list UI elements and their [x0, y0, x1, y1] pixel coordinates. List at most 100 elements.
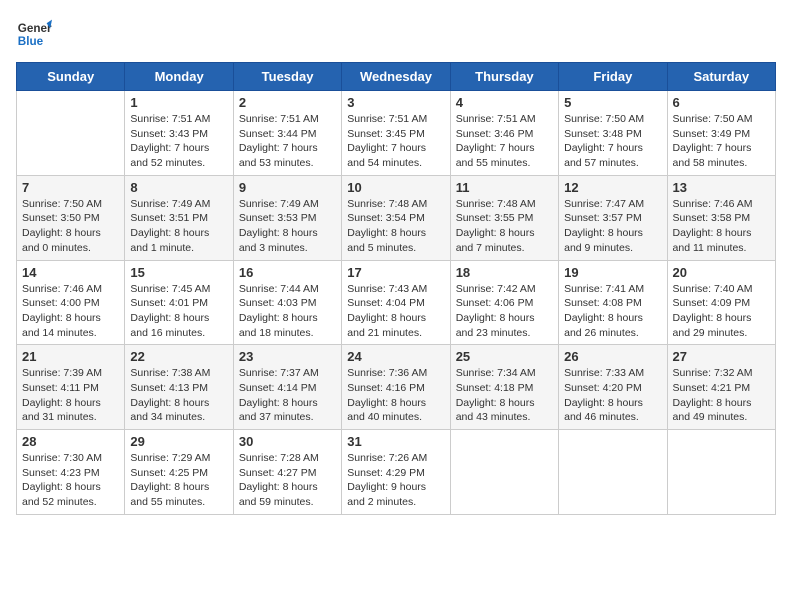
day-info: Sunrise: 7:33 AM Sunset: 4:20 PM Dayligh…: [564, 366, 661, 425]
day-number: 31: [347, 434, 444, 449]
header: General Blue: [16, 16, 776, 52]
calendar-cell: [559, 430, 667, 515]
day-info: Sunrise: 7:51 AM Sunset: 3:43 PM Dayligh…: [130, 112, 227, 171]
day-number: 6: [673, 95, 770, 110]
day-info: Sunrise: 7:51 AM Sunset: 3:44 PM Dayligh…: [239, 112, 336, 171]
week-row-1: 7 Sunrise: 7:50 AM Sunset: 3:50 PM Daylig…: [17, 175, 776, 260]
day-number: 22: [130, 349, 227, 364]
day-number: 15: [130, 265, 227, 280]
calendar-cell: 2 Sunrise: 7:51 AM Sunset: 3:44 PM Daylig…: [233, 91, 341, 176]
day-number: 4: [456, 95, 553, 110]
day-info: Sunrise: 7:46 AM Sunset: 3:58 PM Dayligh…: [673, 197, 770, 256]
day-number: 1: [130, 95, 227, 110]
day-number: 26: [564, 349, 661, 364]
day-number: 5: [564, 95, 661, 110]
day-header-saturday: Saturday: [667, 63, 775, 91]
day-info: Sunrise: 7:28 AM Sunset: 4:27 PM Dayligh…: [239, 451, 336, 510]
day-number: 21: [22, 349, 119, 364]
day-info: Sunrise: 7:45 AM Sunset: 4:01 PM Dayligh…: [130, 282, 227, 341]
calendar-table: SundayMondayTuesdayWednesdayThursdayFrid…: [16, 62, 776, 515]
day-number: 17: [347, 265, 444, 280]
week-row-2: 14Sunrise: 7:46 AM Sunset: 4:00 PM Dayli…: [17, 260, 776, 345]
calendar-cell: 18 Sunrise: 7:42 AM Sunset: 4:06 PM Dayli…: [450, 260, 558, 345]
day-info: Sunrise: 7:50 AM Sunset: 3:48 PM Dayligh…: [564, 112, 661, 171]
calendar-header-row: SundayMondayTuesdayWednesdayThursdayFrid…: [17, 63, 776, 91]
calendar-cell: 6 Sunrise: 7:50 AM Sunset: 3:49 PM Daylig…: [667, 91, 775, 176]
day-number: 13: [673, 180, 770, 195]
day-info: Sunrise: 7:44 AM Sunset: 4:03 PM Dayligh…: [239, 282, 336, 341]
calendar-cell: [667, 430, 775, 515]
day-info: Sunrise: 7:32 AM Sunset: 4:21 PM Dayligh…: [673, 366, 770, 425]
calendar-cell: 1 Sunrise: 7:51 AM Sunset: 3:43 PM Daylig…: [125, 91, 233, 176]
day-number: 3: [347, 95, 444, 110]
calendar-cell: 5 Sunrise: 7:50 AM Sunset: 3:48 PM Daylig…: [559, 91, 667, 176]
day-header-friday: Friday: [559, 63, 667, 91]
day-info: Sunrise: 7:38 AM Sunset: 4:13 PM Dayligh…: [130, 366, 227, 425]
calendar-cell: 3 Sunrise: 7:51 AM Sunset: 3:45 PM Daylig…: [342, 91, 450, 176]
day-info: Sunrise: 7:37 AM Sunset: 4:14 PM Dayligh…: [239, 366, 336, 425]
calendar-cell: 7 Sunrise: 7:50 AM Sunset: 3:50 PM Daylig…: [17, 175, 125, 260]
day-info: Sunrise: 7:34 AM Sunset: 4:18 PM Dayligh…: [456, 366, 553, 425]
day-info: Sunrise: 7:48 AM Sunset: 3:55 PM Dayligh…: [456, 197, 553, 256]
day-number: 27: [673, 349, 770, 364]
calendar-cell: 22 Sunrise: 7:38 AM Sunset: 4:13 PM Dayli…: [125, 345, 233, 430]
calendar-cell: 25 Sunrise: 7:34 AM Sunset: 4:18 PM Dayli…: [450, 345, 558, 430]
day-number: 30: [239, 434, 336, 449]
day-info: Sunrise: 7:49 AM Sunset: 3:51 PM Dayligh…: [130, 197, 227, 256]
calendar-cell: 16Sunrise: 7:44 AM Sunset: 4:03 PM Dayli…: [233, 260, 341, 345]
day-info: Sunrise: 7:42 AM Sunset: 4:06 PM Dayligh…: [456, 282, 553, 341]
day-number: 28: [22, 434, 119, 449]
calendar-cell: 28 Sunrise: 7:30 AM Sunset: 4:23 PM Dayli…: [17, 430, 125, 515]
calendar-cell: 20Sunrise: 7:40 AM Sunset: 4:09 PM Dayli…: [667, 260, 775, 345]
calendar-cell: 23 Sunrise: 7:37 AM Sunset: 4:14 PM Dayli…: [233, 345, 341, 430]
day-info: Sunrise: 7:30 AM Sunset: 4:23 PM Dayligh…: [22, 451, 119, 510]
day-info: Sunrise: 7:51 AM Sunset: 3:45 PM Dayligh…: [347, 112, 444, 171]
calendar-cell: 26 Sunrise: 7:33 AM Sunset: 4:20 PM Dayli…: [559, 345, 667, 430]
calendar-cell: 17Sunrise: 7:43 AM Sunset: 4:04 PM Dayli…: [342, 260, 450, 345]
day-header-monday: Monday: [125, 63, 233, 91]
calendar-cell: 13 Sunrise: 7:46 AM Sunset: 3:58 PM Dayli…: [667, 175, 775, 260]
calendar-cell: 8 Sunrise: 7:49 AM Sunset: 3:51 PM Daylig…: [125, 175, 233, 260]
day-number: 25: [456, 349, 553, 364]
calendar-cell: 9Sunrise: 7:49 AM Sunset: 3:53 PM Daylig…: [233, 175, 341, 260]
day-info: Sunrise: 7:50 AM Sunset: 3:49 PM Dayligh…: [673, 112, 770, 171]
calendar-cell: 27 Sunrise: 7:32 AM Sunset: 4:21 PM Dayli…: [667, 345, 775, 430]
week-row-3: 21 Sunrise: 7:39 AM Sunset: 4:11 PM Dayli…: [17, 345, 776, 430]
calendar-cell: 14Sunrise: 7:46 AM Sunset: 4:00 PM Dayli…: [17, 260, 125, 345]
day-number: 8: [130, 180, 227, 195]
week-row-0: 1 Sunrise: 7:51 AM Sunset: 3:43 PM Daylig…: [17, 91, 776, 176]
day-number: 23: [239, 349, 336, 364]
day-info: Sunrise: 7:50 AM Sunset: 3:50 PM Dayligh…: [22, 197, 119, 256]
calendar-cell: 11Sunrise: 7:48 AM Sunset: 3:55 PM Dayli…: [450, 175, 558, 260]
calendar-cell: 31 Sunrise: 7:26 AM Sunset: 4:29 PM Dayli…: [342, 430, 450, 515]
day-number: 29: [130, 434, 227, 449]
calendar-cell: 30 Sunrise: 7:28 AM Sunset: 4:27 PM Dayli…: [233, 430, 341, 515]
svg-text:Blue: Blue: [18, 35, 44, 48]
calendar-cell: 12 Sunrise: 7:47 AM Sunset: 3:57 PM Dayli…: [559, 175, 667, 260]
day-number: 18: [456, 265, 553, 280]
day-header-thursday: Thursday: [450, 63, 558, 91]
day-number: 24: [347, 349, 444, 364]
calendar-cell: 4Sunrise: 7:51 AM Sunset: 3:46 PM Daylig…: [450, 91, 558, 176]
calendar-cell: 21 Sunrise: 7:39 AM Sunset: 4:11 PM Dayli…: [17, 345, 125, 430]
day-number: 12: [564, 180, 661, 195]
day-info: Sunrise: 7:41 AM Sunset: 4:08 PM Dayligh…: [564, 282, 661, 341]
calendar-cell: 10Sunrise: 7:48 AM Sunset: 3:54 PM Dayli…: [342, 175, 450, 260]
day-info: Sunrise: 7:47 AM Sunset: 3:57 PM Dayligh…: [564, 197, 661, 256]
day-info: Sunrise: 7:36 AM Sunset: 4:16 PM Dayligh…: [347, 366, 444, 425]
day-number: 2: [239, 95, 336, 110]
day-number: 9: [239, 180, 336, 195]
day-number: 10: [347, 180, 444, 195]
day-header-sunday: Sunday: [17, 63, 125, 91]
calendar-cell: 24 Sunrise: 7:36 AM Sunset: 4:16 PM Dayli…: [342, 345, 450, 430]
day-info: Sunrise: 7:39 AM Sunset: 4:11 PM Dayligh…: [22, 366, 119, 425]
day-number: 19: [564, 265, 661, 280]
logo-icon: General Blue: [16, 16, 52, 52]
day-number: 20: [673, 265, 770, 280]
day-number: 14: [22, 265, 119, 280]
day-number: 7: [22, 180, 119, 195]
calendar-cell: [17, 91, 125, 176]
calendar-cell: [450, 430, 558, 515]
calendar-cell: 19 Sunrise: 7:41 AM Sunset: 4:08 PM Dayli…: [559, 260, 667, 345]
day-info: Sunrise: 7:26 AM Sunset: 4:29 PM Dayligh…: [347, 451, 444, 510]
